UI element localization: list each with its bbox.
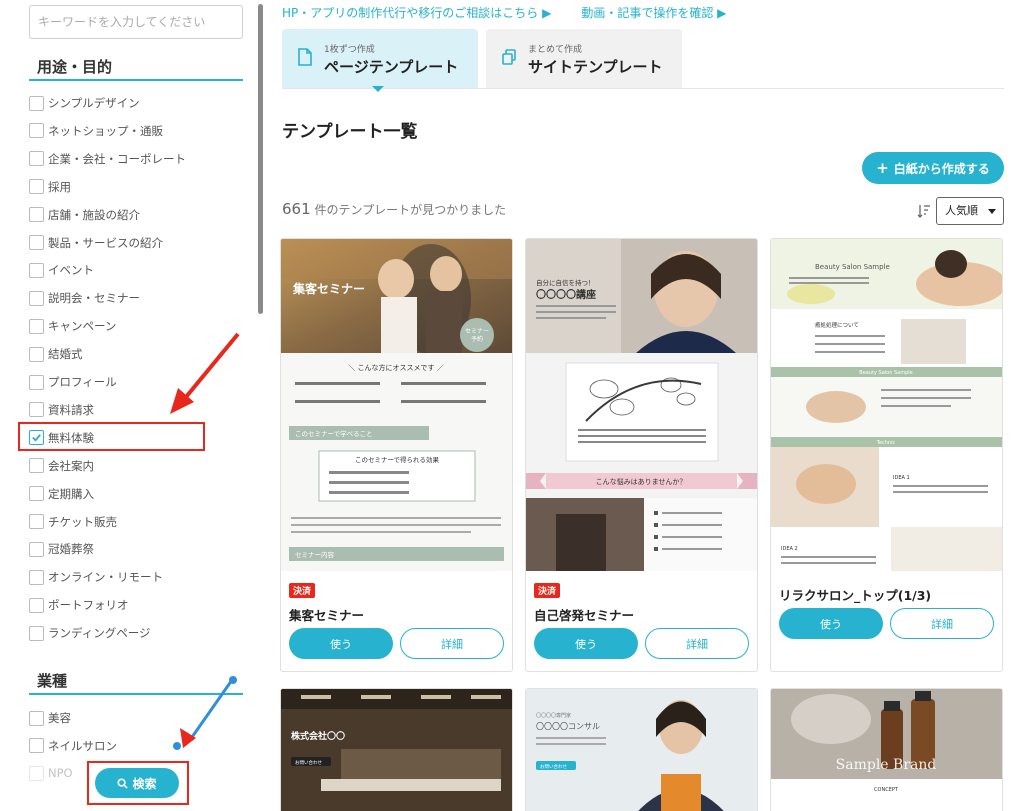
template-thumbnail[interactable]: Sample Brand CONCEPT: [771, 689, 1002, 811]
template-card[interactable]: Beauty Salon Sample 癒処処理について Beauty Salo…: [770, 238, 1003, 672]
arrow-to-search: [188, 679, 234, 741]
svg-text:このセミナーで得られる効果: このセミナーで得られる効果: [355, 455, 440, 464]
page-title: テンプレート一覧: [282, 122, 418, 142]
sort-select[interactable]: 人気順: [936, 197, 1004, 225]
svg-text:Technic: Technic: [876, 440, 896, 446]
payment-badge: 決済: [289, 583, 316, 598]
svg-text:CONCEPT: CONCEPT: [874, 787, 899, 793]
tab-page-template-label: ページテンプレート: [324, 58, 459, 76]
arrow-dot-top: [229, 676, 237, 684]
template-card[interactable]: 集客セミナー セミナー 予約 ＼ こんな方にオススメです ／ このセミナーで学べ…: [280, 238, 513, 672]
svg-text:予約: 予約: [471, 335, 483, 343]
tab-page-template[interactable]: 1枚ずつ作成 ページテンプレート: [282, 29, 478, 89]
svg-text:IDEA 2: IDEA 2: [781, 546, 798, 552]
template-card[interactable]: Sample Brand CONCEPT: [770, 688, 1003, 811]
tab-divider: [282, 88, 1004, 89]
hero-title: Sample Brand: [836, 757, 937, 773]
template-thumbnail[interactable]: 自分に自信を持つ！ 〇〇〇〇講座 こんな悩みはありませんか？: [526, 239, 757, 571]
video-guide-link[interactable]: 動画・記事で操作を確認 ▶: [581, 4, 726, 21]
svg-text:Beauty Salon Sample: Beauty Salon Sample: [859, 370, 912, 376]
create-blank-label: 白紙から作成する: [893, 161, 990, 176]
payment-badge: 決済: [534, 583, 561, 598]
detail-button[interactable]: 詳細: [645, 628, 749, 659]
annotation-arrows: [170, 332, 240, 750]
svg-text:セミナー: セミナー: [465, 328, 489, 335]
svg-text:セミナー内容: セミナー内容: [295, 550, 335, 559]
template-title: 自己啓発セミナー: [534, 608, 635, 623]
template-thumbnail[interactable]: 〇〇〇〇専門家 〇〇〇〇コンサル お問い合わせ: [526, 689, 757, 811]
arrow-dot-bottom: [173, 742, 181, 750]
use-button[interactable]: 使う: [779, 608, 883, 639]
template-title: リラクサロン_トップ(1/3): [779, 588, 932, 603]
hero-title: 株式会社〇〇: [291, 730, 345, 742]
result-count-text: 件のテンプレートが見つかりました: [310, 203, 507, 217]
consult-link[interactable]: HP・アプリの制作代行や移行のご相談はこちら ▶: [282, 4, 551, 21]
chevron-down-icon: [988, 209, 996, 214]
result-count: 661 件のテンプレートが見つかりました: [282, 200, 506, 218]
plus-icon: +: [876, 158, 889, 177]
svg-text:癒処処理について: 癒処処理について: [815, 321, 859, 329]
tab-site-template-label: サイトテンプレート: [528, 58, 663, 76]
template-thumbnail[interactable]: Beauty Salon Sample 癒処処理について Beauty Salo…: [771, 239, 1002, 571]
pages-stack-icon: [502, 49, 516, 65]
top-links: HP・アプリの制作代行や移行のご相談はこちら ▶ 動画・記事で操作を確認 ▶: [282, 4, 726, 21]
svg-text:IDEA 1: IDEA 1: [893, 475, 910, 481]
hero-title: 〇〇〇〇講座: [536, 288, 596, 301]
svg-text:自分に自信を持つ！: 自分に自信を持つ！: [536, 278, 595, 287]
page-icon: [298, 48, 312, 66]
arrow-to-free-trial: [184, 332, 240, 399]
svg-text:お問い合わせ: お問い合わせ: [540, 763, 567, 770]
template-card[interactable]: 株式会社〇〇 お問い合わせ: [280, 688, 513, 811]
sort-select-value: 人気順: [945, 204, 978, 217]
sort-icon: [917, 205, 930, 218]
result-count-number: 661: [282, 200, 311, 218]
use-button[interactable]: 使う: [289, 628, 393, 659]
tab-page-template-caption: 1枚ずつ作成: [324, 45, 375, 55]
template-card[interactable]: 自分に自信を持つ！ 〇〇〇〇講座 こんな悩みはありませんか？ 決済 自己啓発セミ…: [525, 238, 758, 672]
template-card[interactable]: 〇〇〇〇専門家 〇〇〇〇コンサル お問い合わせ: [525, 688, 758, 811]
template-thumbnail[interactable]: 集客セミナー セミナー 予約 ＼ こんな方にオススメです ／ このセミナーで学べ…: [281, 239, 512, 571]
hero-title: Beauty Salon Sample: [815, 263, 890, 271]
hero-title: 集客セミナー: [292, 281, 365, 296]
use-button[interactable]: 使う: [534, 628, 638, 659]
tab-site-template-caption: まとめて作成: [528, 45, 583, 55]
create-blank-button[interactable]: + 白紙から作成する: [862, 152, 1004, 184]
svg-text:＼ こんな方にオススメです ／: ＼ こんな方にオススメです ／: [348, 363, 443, 372]
svg-text:お問い合わせ: お問い合わせ: [295, 759, 322, 766]
svg-text:こんな悩みはありませんか？: こんな悩みはありませんか？: [596, 477, 687, 486]
template-title: 集客セミナー: [289, 608, 365, 623]
hero-title: 〇〇〇〇コンサル: [536, 722, 600, 731]
active-tab-pointer: [372, 86, 384, 92]
svg-text:〇〇〇〇専門家: 〇〇〇〇専門家: [536, 712, 571, 719]
tab-site-template[interactable]: まとめて作成 サイトテンプレート: [486, 29, 682, 89]
detail-button[interactable]: 詳細: [890, 608, 994, 639]
template-thumbnail[interactable]: 株式会社〇〇 お問い合わせ: [281, 689, 512, 811]
svg-text:このセミナーで学べること: このセミナーで学べること: [295, 429, 373, 438]
detail-button[interactable]: 詳細: [400, 628, 504, 659]
arrow-head-search: [180, 728, 196, 748]
